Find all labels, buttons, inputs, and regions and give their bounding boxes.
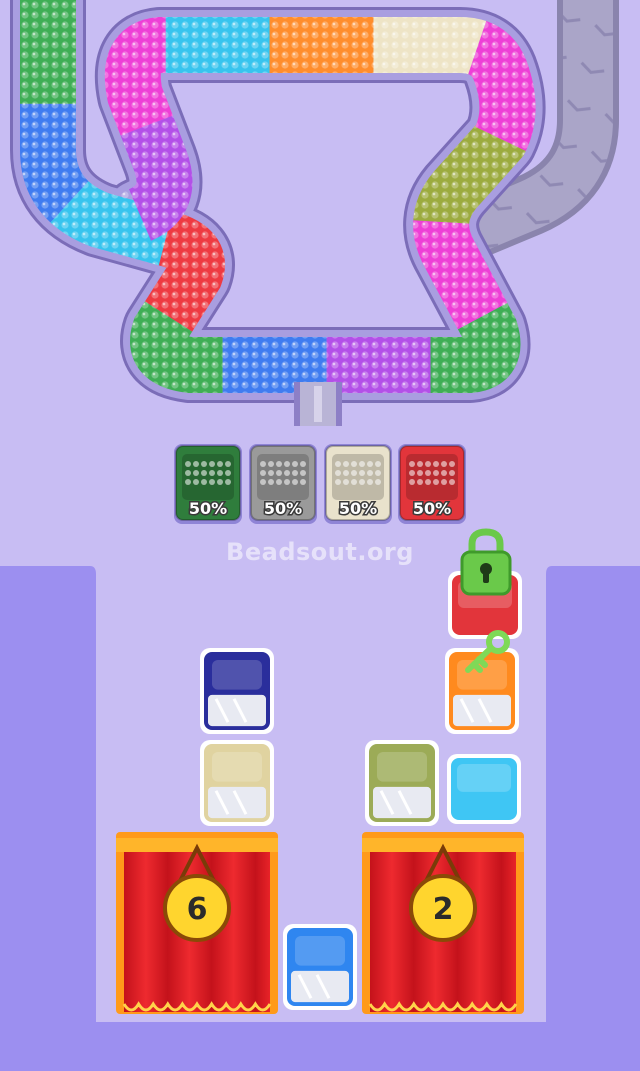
curtain-right[interactable]: 2 — [362, 832, 524, 1014]
slot-percent: 50% — [413, 499, 451, 518]
gray-slot: 50% — [249, 444, 317, 524]
tan-box[interactable] — [200, 740, 274, 826]
cyan-box[interactable] — [447, 754, 521, 824]
slot-percent: 50% — [264, 499, 302, 518]
curtain-left[interactable]: 6 — [116, 832, 278, 1014]
olive-box[interactable] — [365, 740, 439, 826]
bead-spout — [294, 382, 342, 426]
navy-box[interactable] — [200, 648, 274, 734]
green-slot: 50% — [174, 444, 242, 524]
curtain-count: 2 — [433, 892, 454, 927]
cream-slot: 50% — [324, 444, 392, 524]
curtain-count: 6 — [187, 892, 208, 927]
watermark: Beadsout.org — [226, 538, 414, 566]
blue-box[interactable] — [283, 924, 357, 1010]
game-board: 50% 50% 50% 50% 6 2 — [0, 0, 640, 1071]
slot-percent: 50% — [189, 499, 227, 518]
red-slot: 50% — [398, 444, 466, 524]
slot-percent: 50% — [339, 499, 377, 518]
